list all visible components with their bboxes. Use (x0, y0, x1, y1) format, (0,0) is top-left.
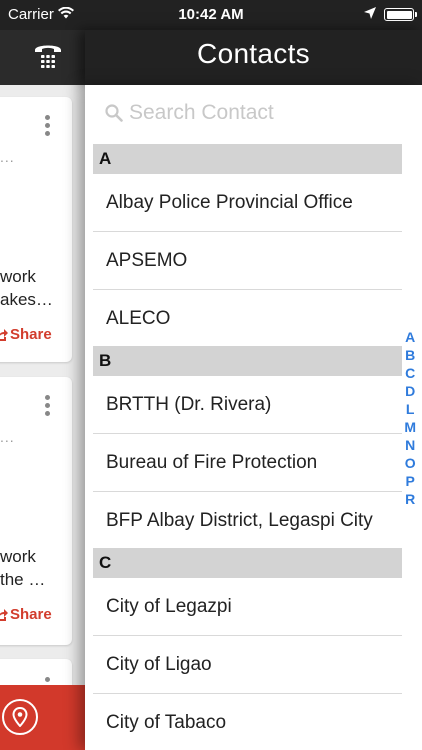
contact-row[interactable]: City of Legazpi (93, 578, 402, 636)
index-letter[interactable]: P (405, 472, 414, 490)
card-ellipsis: ... (0, 149, 15, 165)
map-pin-icon[interactable] (2, 699, 38, 735)
news-feed: ... work akes… Share ... work the … Shar… (0, 85, 85, 685)
more-options-icon[interactable] (45, 115, 50, 136)
card-ellipsis: ... (0, 429, 15, 445)
index-letter[interactable]: R (405, 490, 415, 508)
card-snippet-line: work (0, 267, 36, 286)
card-snippet-line: work (0, 547, 36, 566)
news-card[interactable]: ... work akes… Share (0, 97, 72, 362)
status-time: 10:42 AM (178, 6, 244, 23)
contact-row[interactable]: APSEMO (93, 232, 402, 290)
section-header-b: B (93, 346, 402, 376)
contact-row[interactable]: BRTTH (Dr. Rivera) (93, 376, 402, 434)
search-icon (105, 104, 123, 122)
search-placeholder: Search Contact (129, 101, 274, 124)
contacts-panel: Search Contact A Albay Police Provincial… (85, 85, 422, 750)
contact-row[interactable]: BFP Albay District, Legaspi City (93, 492, 402, 550)
index-letter[interactable]: C (405, 364, 415, 382)
contact-row[interactable]: Bureau of Fire Protection (93, 434, 402, 492)
card-snippet: work the … (0, 545, 68, 591)
left-panel-header (0, 30, 85, 85)
contact-row[interactable]: ALECO (93, 290, 402, 348)
share-label: Share (10, 606, 52, 623)
share-icon (0, 608, 8, 621)
card-snippet-line: akes… (0, 290, 53, 309)
share-label: Share (10, 326, 52, 343)
status-bar: Carrier 10:42 AM (0, 0, 422, 30)
index-letter[interactable]: O (405, 454, 416, 472)
phone-keypad-icon[interactable] (30, 38, 66, 74)
share-button[interactable]: Share (0, 606, 52, 623)
news-card[interactable]: ... work the … Share (0, 377, 72, 645)
alphabet-index[interactable]: A B C D L M N O P R (404, 328, 416, 508)
page-title: Contacts (197, 38, 310, 69)
index-letter[interactable]: A (405, 328, 415, 346)
section-header-a: A (93, 144, 402, 174)
search-input[interactable]: Search Contact (105, 101, 274, 125)
card-snippet: work akes… (0, 265, 68, 311)
share-button[interactable]: Share (0, 326, 52, 343)
card-snippet-line: the … (0, 570, 46, 589)
more-options-icon[interactable] (45, 395, 50, 416)
more-options-icon[interactable] (45, 677, 50, 685)
index-letter[interactable]: L (406, 400, 415, 418)
index-letter[interactable]: D (405, 382, 415, 400)
contact-row[interactable]: City of Tabaco (93, 694, 402, 750)
left-panel-footer (0, 685, 85, 750)
index-letter[interactable]: B (405, 346, 415, 364)
contact-row[interactable]: Albay Police Provincial Office (93, 174, 402, 232)
index-letter[interactable]: N (405, 436, 415, 454)
section-header-c: C (93, 548, 402, 578)
share-icon (0, 328, 8, 341)
contacts-header: Contacts (85, 30, 422, 85)
news-card[interactable] (0, 659, 72, 685)
contact-row[interactable]: City of Ligao (93, 636, 402, 694)
index-letter[interactable]: M (404, 418, 416, 436)
location-arrow-icon (364, 6, 376, 23)
battery-icon (384, 8, 417, 21)
